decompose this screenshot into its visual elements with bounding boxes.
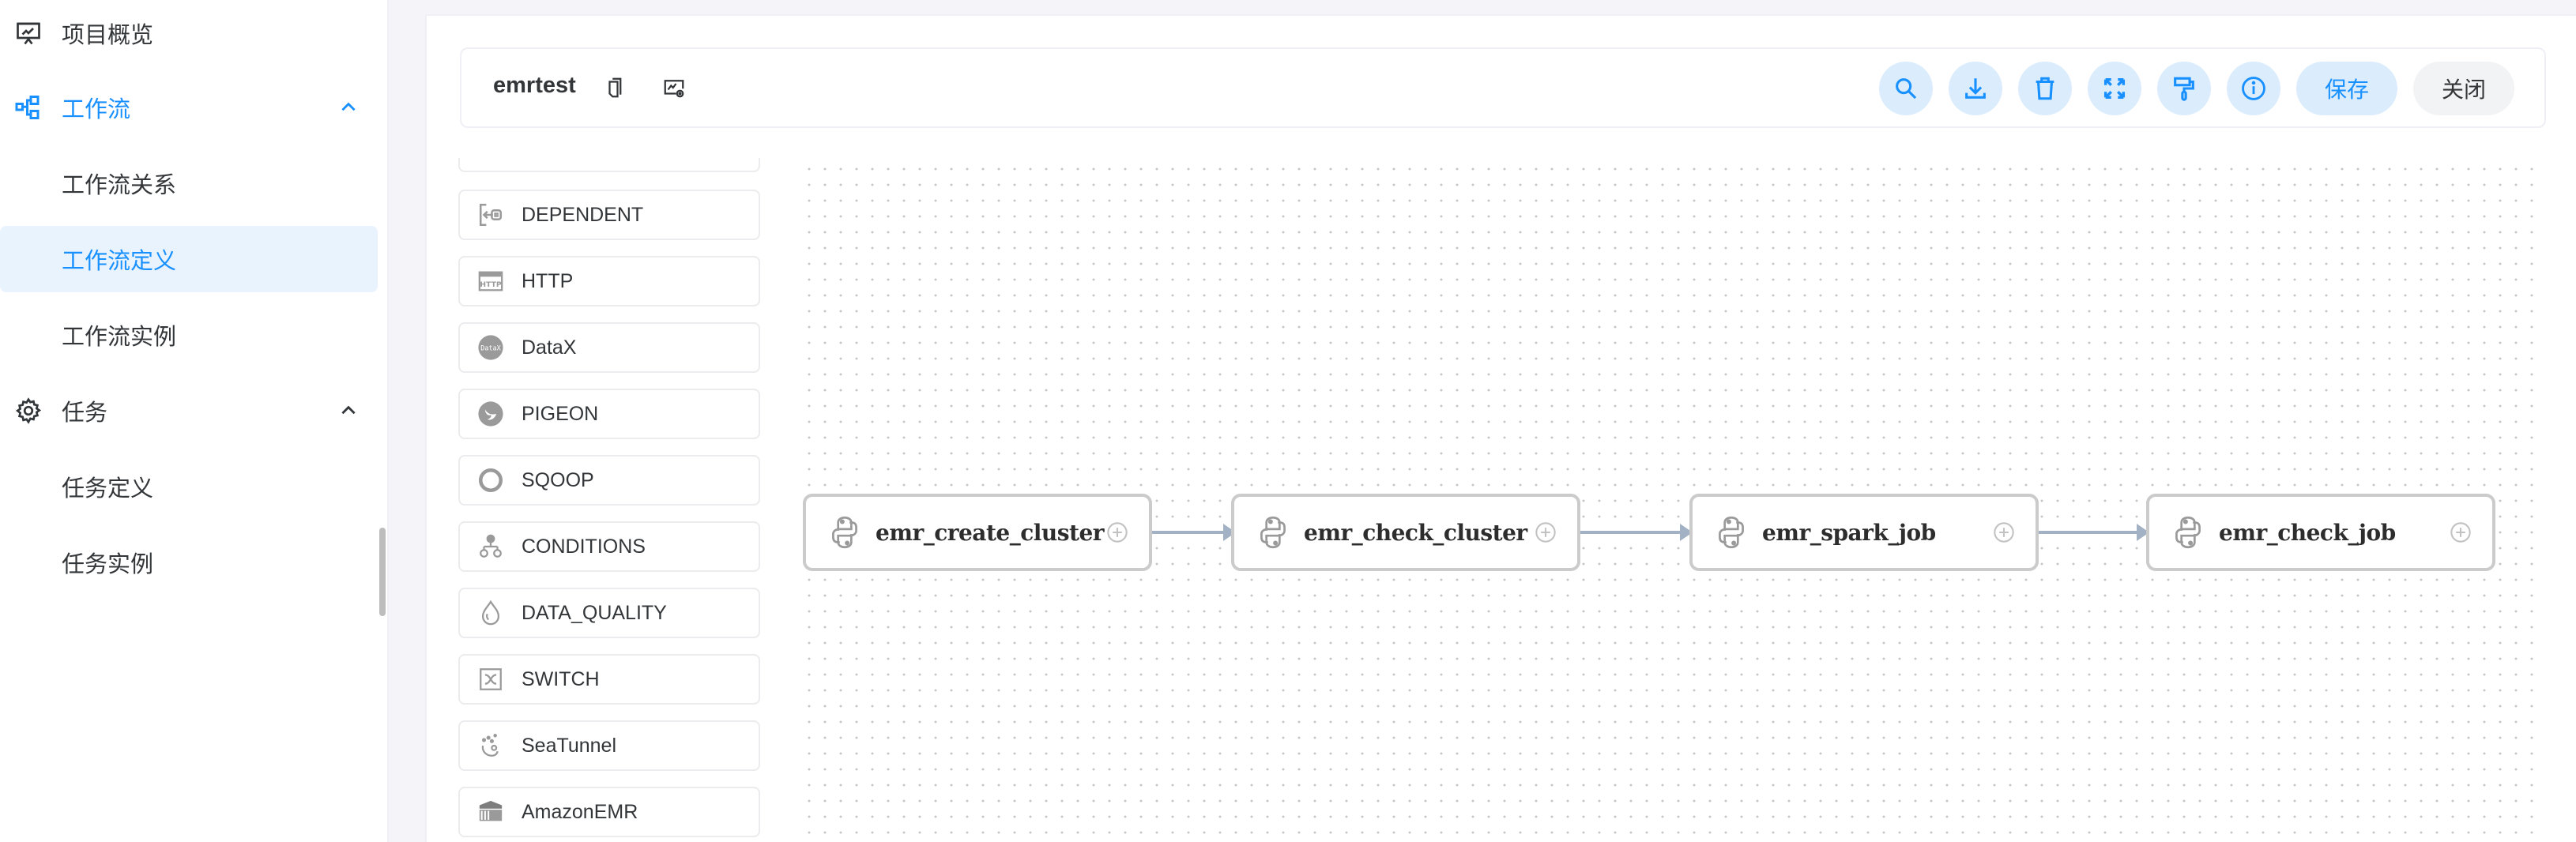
workflow-title: emrtest: [493, 73, 576, 98]
fullscreen-icon: [2103, 77, 2126, 100]
dag-node-label: emr_spark_job: [1762, 519, 1936, 546]
download-icon: [1965, 78, 1986, 99]
palette-item-label: CONDITIONS: [522, 535, 646, 558]
dag-edge[interactable]: [2039, 524, 2149, 541]
sidebar-item-workflow-definition[interactable]: 工作流定义: [0, 226, 378, 292]
data-quality-icon: [481, 600, 500, 626]
add-circle-icon[interactable]: [1535, 521, 1557, 543]
svg-text:DataX: DataX: [480, 345, 501, 353]
palette-item-pigeon[interactable]: PIGEON: [458, 389, 760, 439]
sidebar-item-label: 工作流关系: [62, 173, 177, 198]
palette-item-dependent[interactable]: DEPENDENT: [458, 190, 760, 240]
close-button[interactable]: 关闭: [2413, 62, 2514, 115]
dag-node-label: emr_check_job: [2219, 519, 2396, 546]
download-button[interactable]: [1949, 62, 2002, 115]
chevron-up-icon[interactable]: [338, 97, 359, 118]
copy-icon[interactable]: [604, 74, 627, 101]
palette-item-conditions[interactable]: CONDITIONS: [458, 521, 760, 572]
save-button[interactable]: 保存: [2296, 62, 2397, 115]
svg-text:HTTP: HTTP: [480, 280, 501, 289]
pigeon-icon: [478, 401, 503, 427]
sidebar-item-label: 项目概览: [62, 23, 154, 48]
palette-item-label: SeaTunnel: [522, 734, 616, 757]
python-icon: [1260, 516, 1286, 549]
amazon-emr-icon: [479, 800, 503, 821]
sidebar-item-task-instance[interactable]: 任务实例: [0, 529, 378, 596]
palette-item-label: DATA_QUALITY: [522, 601, 667, 624]
dag-node-emr-check-cluster[interactable]: emr_check_cluster: [1231, 494, 1580, 571]
chevron-up-icon[interactable]: [338, 400, 359, 421]
dag-node-emr-spark-job[interactable]: emr_spark_job: [1689, 494, 2039, 571]
workflow-tree-icon: [15, 96, 40, 119]
dag-node-emr-check-job[interactable]: emr_check_job: [2146, 494, 2495, 571]
palette-item-seatunnel[interactable]: SeaTunnel: [458, 720, 760, 771]
format-button[interactable]: [2157, 62, 2211, 115]
dag-edge[interactable]: [1152, 524, 1236, 541]
palette-item[interactable]: [458, 158, 760, 172]
sidebar-item-label: 任务: [62, 400, 108, 426]
palette-item-label: DataX: [522, 336, 577, 359]
add-circle-icon[interactable]: [1993, 521, 2015, 543]
switch-icon: [480, 668, 502, 690]
search-button[interactable]: [1879, 62, 1933, 115]
sidebar: 项目概览 工作流 工作流关系 工作流定义 工作流实例 任务 任务定义 任务实例: [0, 0, 389, 842]
add-circle-icon[interactable]: [1106, 521, 1128, 543]
task-palette: DEPENDENT HTTP HTTP DataX DataX PIGEON S…: [458, 158, 760, 842]
sidebar-item-workflow[interactable]: 工作流: [0, 74, 378, 141]
fullscreen-button[interactable]: [2088, 62, 2141, 115]
dag-node-label: emr_create_cluster: [876, 519, 1105, 546]
palette-item-label: DEPENDENT: [522, 203, 644, 226]
dag-node-label: emr_check_cluster: [1304, 519, 1527, 546]
python-icon: [1719, 516, 1744, 549]
conditions-icon: [480, 534, 502, 558]
info-button[interactable]: [2227, 62, 2280, 115]
python-icon: [832, 516, 857, 549]
sidebar-item-label: 任务定义: [62, 476, 154, 502]
dag-node-emr-create-cluster[interactable]: emr_create_cluster: [803, 494, 1152, 571]
sidebar-item-task-definition[interactable]: 任务定义: [0, 453, 378, 520]
sidebar-item-label: 任务实例: [62, 552, 154, 577]
dag-canvas[interactable]: emr_create_cluster emr_check_cluster emr…: [798, 158, 2546, 842]
workflow-toolbar: emrtest 保存 关闭: [460, 47, 2546, 128]
search-icon: [1896, 78, 1917, 100]
palette-item-label: SWITCH: [522, 667, 600, 690]
palette-item-datax[interactable]: DataX DataX: [458, 322, 760, 373]
sidebar-scrollbar[interactable]: [379, 528, 386, 616]
python-icon: [2175, 516, 2201, 549]
palette-item-switch[interactable]: SWITCH: [458, 654, 760, 705]
palette-item-label: SQOOP: [522, 468, 594, 491]
palette-item-sqoop[interactable]: SQOOP: [458, 455, 760, 506]
view-variables-icon[interactable]: [662, 74, 686, 101]
sidebar-item-label: 工作流实例: [62, 325, 177, 350]
sidebar-item-task[interactable]: 任务: [0, 378, 378, 444]
delete-button[interactable]: [2018, 62, 2072, 115]
palette-item-label: HTTP: [522, 269, 574, 292]
sidebar-item-workflow-relation[interactable]: 工作流关系: [0, 150, 378, 216]
sidebar-item-label: 工作流: [62, 97, 131, 122]
seatunnel-icon: [481, 733, 499, 757]
sidebar-item-project-overview[interactable]: 项目概览: [0, 0, 378, 66]
paint-roller-icon: [2174, 77, 2194, 101]
http-icon: HTTP: [478, 271, 503, 291]
info-icon: [2242, 77, 2265, 100]
palette-item-amazon-emr[interactable]: AmazonEMR: [458, 787, 760, 837]
trash-icon: [2036, 77, 2054, 100]
palette-item-label: PIGEON: [522, 402, 599, 425]
dependent-icon: [479, 203, 503, 227]
sidebar-item-workflow-instance[interactable]: 工作流实例: [0, 302, 378, 368]
sidebar-item-label: 工作流定义: [62, 249, 177, 274]
palette-item-http[interactable]: HTTP HTTP: [458, 256, 760, 306]
palette-item-label: AmazonEMR: [522, 800, 638, 823]
add-circle-icon[interactable]: [2450, 521, 2472, 543]
datax-icon: DataX: [478, 335, 503, 360]
sqoop-icon: [478, 468, 503, 493]
gear-icon: [15, 397, 42, 424]
presentation-chart-icon: [17, 22, 40, 45]
palette-item-data-quality[interactable]: DATA_QUALITY: [458, 588, 760, 638]
dag-edge[interactable]: [1580, 524, 1693, 541]
